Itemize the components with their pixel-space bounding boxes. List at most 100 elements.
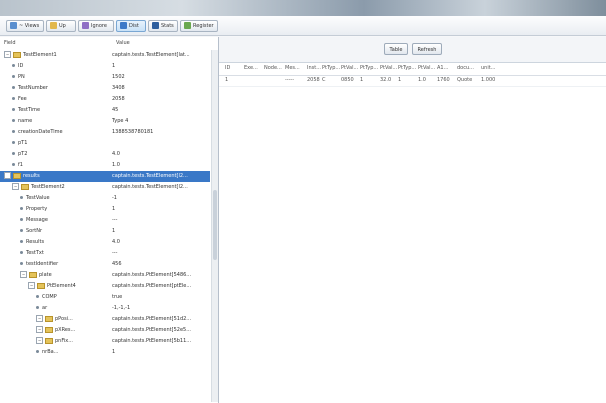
tree-row-key-text: TestTxt	[26, 250, 44, 256]
expand-toggle-icon[interactable]: −	[28, 282, 35, 289]
toolbar-button-5[interactable]: Register	[180, 19, 218, 32]
tree-row[interactable]: ID 1	[0, 61, 210, 72]
grid-column-header[interactable]: Mes...	[285, 65, 300, 71]
details-grid[interactable]: ID Exe... Node... Mes... Inst... PtTyp... PtVa…	[219, 63, 606, 87]
tree-scrollbar[interactable]	[211, 50, 218, 402]
tree-row[interactable]: − plate captain.tests.PtElement[5486...	[0, 270, 210, 281]
tree-row[interactable]: Results 4.0	[0, 237, 210, 248]
grid-column-header[interactable]: PtVal...	[418, 65, 435, 71]
tree-row-value: 456	[112, 261, 122, 267]
table-cell: 0850	[341, 77, 354, 83]
expand-toggle-icon[interactable]: −	[4, 51, 11, 58]
folder-icon	[45, 337, 53, 344]
expand-toggle-icon[interactable]: −	[4, 172, 11, 179]
tree-row[interactable]: pT1	[0, 138, 210, 149]
toolbar-button-2[interactable]: Ignore	[78, 19, 114, 32]
grid-header: ID Exe... Node... Mes... Inst... PtTyp... PtVa…	[219, 63, 606, 76]
tree-row-value: 2058	[112, 96, 125, 102]
tree-row[interactable]: TestTime 45	[0, 105, 210, 116]
tree-row-key: ID	[12, 61, 110, 72]
tree-row[interactable]: Message ---	[0, 215, 210, 226]
table-cell: Quote	[457, 77, 473, 83]
toolbar-button-1[interactable]: Up	[46, 19, 76, 32]
leaf-bullet-icon	[12, 75, 15, 78]
tree-row[interactable]: creationDateTime 1388538780181	[0, 127, 210, 138]
expand-toggle-icon[interactable]: −	[36, 315, 43, 322]
expand-toggle-icon[interactable]: −	[36, 337, 43, 344]
grid-column-header[interactable]: Inst...	[307, 65, 321, 71]
grid-column-header[interactable]: PtVal...	[380, 65, 397, 71]
tree-row-key: − TestElement1	[4, 50, 110, 61]
grid-column-header[interactable]: ID	[225, 65, 230, 71]
tree-scrollbar-thumb[interactable]	[213, 190, 217, 260]
tree-row[interactable]: f1 1.0	[0, 160, 210, 171]
tree-row-value: 4.0	[112, 239, 120, 245]
tree-row[interactable]: TestNumber 3408	[0, 83, 210, 94]
tree-row[interactable]: SortNr 1	[0, 226, 210, 237]
table-cell: C	[322, 77, 326, 83]
tree-row[interactable]: − TestElement2 captain.tests.TestElement[l…	[0, 182, 210, 193]
tree-row-key: − pPosi...	[36, 314, 110, 325]
expand-toggle-icon[interactable]: −	[20, 271, 27, 278]
tree-row[interactable]: − pnFix... captain.tests.PtElement[5b11...	[0, 336, 210, 347]
grid-column-header[interactable]: docu...	[457, 65, 474, 71]
tree-row[interactable]: PN 1502	[0, 72, 210, 83]
tree-row[interactable]: TestTxt ---	[0, 248, 210, 259]
tree-col-value: Value	[116, 40, 130, 46]
views-icon	[10, 22, 17, 29]
tree-row-key: − pnFix...	[36, 336, 110, 347]
tree-row-value: captain.tests.TestElement[lat...	[112, 52, 190, 58]
expand-toggle-icon[interactable]: −	[36, 326, 43, 333]
tree-row-key: pT1	[12, 138, 110, 149]
tree-row[interactable]: testIdentifier 456	[0, 259, 210, 270]
tree-row[interactable]: Property 1	[0, 204, 210, 215]
tree-row-value: 1	[112, 349, 116, 355]
tree-row[interactable]: − pXRes... captain.tests.PtElement[52e5...	[0, 325, 210, 336]
table-cell: 1	[225, 77, 229, 83]
tree-row[interactable]: − TestElement1 captain.tests.TestElement[l…	[0, 50, 210, 61]
tree-row-key: − PtElement4	[28, 281, 110, 292]
expand-toggle-icon[interactable]: −	[12, 183, 19, 190]
tree-row[interactable]: Fee 2058	[0, 94, 210, 105]
toolbar-button-3[interactable]: Dist	[116, 19, 146, 32]
toolbar-button-0[interactable]: ~ Views	[6, 19, 44, 32]
grid-column-header[interactable]: Exe...	[244, 65, 258, 71]
tree-row-key: Property	[20, 204, 110, 215]
tree-row[interactable]: nrBa... 1	[0, 347, 210, 358]
tree-row[interactable]: − pPosi... captain.tests.PtElement[51d2...	[0, 314, 210, 325]
tree-row-value: 1	[112, 63, 116, 69]
ignore-icon	[82, 22, 89, 29]
table-cell: 1.000	[481, 77, 496, 83]
tree-row[interactable]: − PtElement4 captain.tests.PtElement[ptEle…	[0, 281, 210, 292]
grid-column-header[interactable]: unit...	[481, 65, 495, 71]
leaf-bullet-icon	[36, 295, 39, 298]
grid-column-header[interactable]: Node...	[264, 65, 282, 71]
tree-row-key: ar	[36, 303, 110, 314]
tree-row[interactable]: TestValue -1	[0, 193, 210, 204]
refresh-button[interactable]: Refresh	[412, 43, 442, 55]
tree-view[interactable]: − TestElement1 captain.tests.TestElement[l…	[0, 50, 210, 358]
tree-row-key-text: pXRes...	[55, 327, 76, 333]
grid-column-header[interactable]: PtTyp...	[360, 65, 378, 71]
tree-row-key: nrBa...	[36, 347, 110, 358]
leaf-bullet-icon	[12, 97, 15, 100]
tree-row[interactable]: name Type 4	[0, 116, 210, 127]
tree-row-key: creationDateTime	[12, 127, 110, 138]
tree-row-value: ---	[112, 217, 118, 223]
table-button[interactable]: Table	[384, 43, 408, 55]
leaf-bullet-icon	[12, 86, 15, 89]
tree-row[interactable]: COMP true	[0, 292, 210, 303]
tree-row[interactable]: pT2 4.0	[0, 149, 210, 160]
grid-column-header[interactable]: A1...	[437, 65, 448, 71]
tree-row[interactable]: − results captain.tests.TestElement[l2...	[0, 171, 210, 182]
tree-row[interactable]: ar -1,-1,-1	[0, 303, 210, 314]
table-row[interactable]: 1 ----- 2058 C 0850 1 32.0 1 1.0 1760 Quote 1.000	[219, 76, 606, 87]
grid-column-header[interactable]: PtVal...	[341, 65, 358, 71]
tree-row-key-text: TestValue	[26, 195, 50, 201]
toolbar-button-4[interactable]: Stats	[148, 19, 178, 32]
tree-row-key: f1	[12, 160, 110, 171]
toolbar-button-label: Ignore	[91, 22, 107, 29]
grid-column-header[interactable]: PtTyp...	[322, 65, 340, 71]
grid-column-header[interactable]: PtTyp...	[398, 65, 416, 71]
folder-up-icon	[50, 22, 57, 29]
